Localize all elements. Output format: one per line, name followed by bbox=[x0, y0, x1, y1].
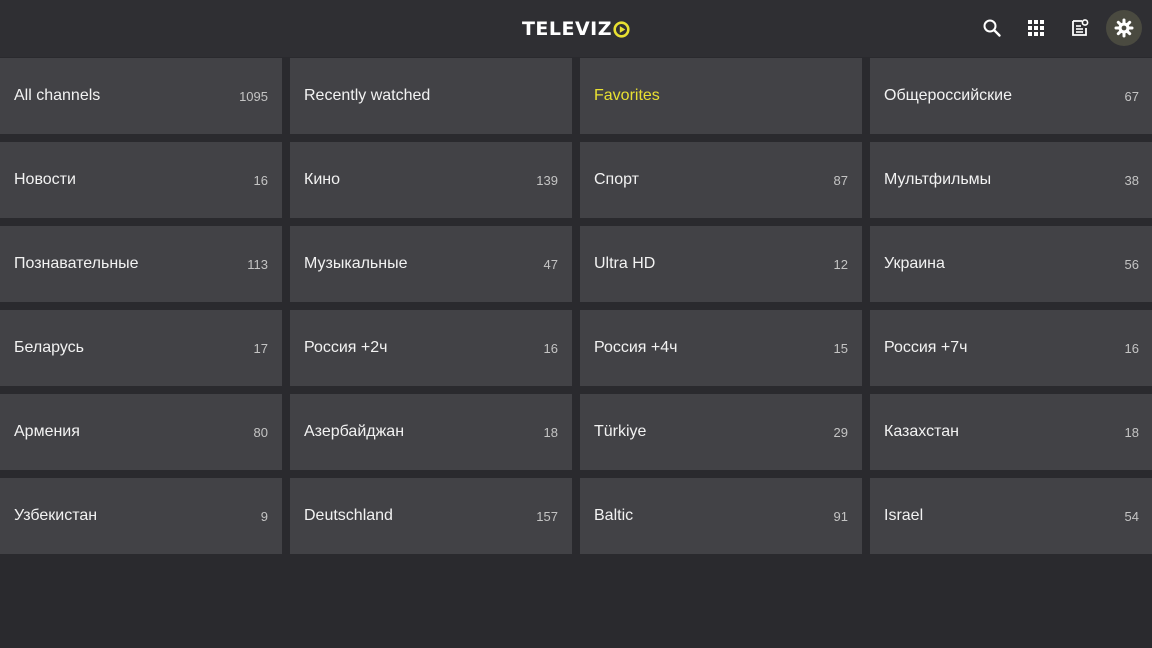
category-tile[interactable]: Украина 56 bbox=[870, 226, 1152, 302]
category-tile[interactable]: Türkiye 29 bbox=[580, 394, 862, 470]
logo-play-icon bbox=[613, 20, 630, 38]
category-name: Казахстан bbox=[884, 423, 959, 440]
apps-grid-button[interactable] bbox=[1018, 10, 1054, 46]
channel-count: 16 bbox=[1124, 340, 1139, 356]
channel-count: 113 bbox=[247, 256, 268, 272]
category-name: Deutschland bbox=[304, 507, 393, 524]
category-name: Мультфильмы bbox=[884, 171, 992, 188]
category-name: Беларусь bbox=[14, 339, 84, 356]
category-name: Россия +2ч bbox=[304, 339, 388, 356]
category-name: Baltic bbox=[594, 507, 634, 524]
channel-count: 139 bbox=[536, 172, 558, 188]
category-name: Россия +4ч bbox=[594, 339, 678, 356]
category-tile[interactable]: Россия +7ч 16 bbox=[870, 310, 1152, 386]
category-name: Азербайджан bbox=[304, 423, 405, 440]
category-tile[interactable]: Recently watched bbox=[290, 58, 572, 134]
channel-count: 16 bbox=[253, 172, 268, 188]
channel-count: 56 bbox=[1124, 256, 1139, 272]
settings-button[interactable] bbox=[1106, 10, 1142, 46]
channel-count: 18 bbox=[1124, 424, 1139, 440]
category-tile[interactable]: Deutschland 157 bbox=[290, 478, 572, 554]
category-tile[interactable]: Общероссийские 67 bbox=[870, 58, 1152, 134]
search-icon bbox=[983, 19, 1001, 37]
category-tile[interactable]: Азербайджан 18 bbox=[290, 394, 572, 470]
category-tile[interactable]: Казахстан 18 bbox=[870, 394, 1152, 470]
channel-count: 54 bbox=[1124, 508, 1139, 524]
category-name: Favorites bbox=[594, 87, 660, 104]
channel-count: 18 bbox=[543, 424, 558, 440]
category-name: Россия +7ч bbox=[884, 339, 968, 356]
category-name: Узбекистан bbox=[14, 507, 98, 524]
channel-count: 12 bbox=[833, 256, 848, 272]
category-tile[interactable]: Спорт 87 bbox=[580, 142, 862, 218]
category-tile[interactable]: Музыкальные 47 bbox=[290, 226, 572, 302]
category-name: Украина bbox=[884, 255, 945, 272]
category-tile[interactable]: Ultra HD 12 bbox=[580, 226, 862, 302]
category-tile[interactable]: Israel 54 bbox=[870, 478, 1152, 554]
channel-count: 17 bbox=[253, 340, 268, 356]
category-tile[interactable]: All channels 1095 bbox=[0, 58, 282, 134]
category-name: Israel bbox=[884, 507, 924, 524]
channel-count: 1095 bbox=[239, 88, 268, 104]
category-tile[interactable]: Кино 139 bbox=[290, 142, 572, 218]
channel-count: 9 bbox=[260, 508, 268, 524]
category-tile[interactable]: Новости 16 bbox=[0, 142, 282, 218]
channel-count: 91 bbox=[833, 508, 848, 524]
category-name: Общероссийские bbox=[884, 87, 1012, 104]
apps-grid-icon bbox=[1028, 20, 1044, 36]
channel-count: 80 bbox=[253, 424, 268, 440]
category-name: Новости bbox=[14, 171, 76, 188]
channel-count: 29 bbox=[833, 424, 848, 440]
toolbar-actions bbox=[966, 10, 1142, 46]
search-button[interactable] bbox=[974, 10, 1010, 46]
channel-count: 16 bbox=[543, 340, 558, 356]
logo-text: TELEVIZ bbox=[521, 18, 613, 40]
category-name: All channels bbox=[14, 87, 101, 104]
category-tile[interactable]: Россия +4ч 15 bbox=[580, 310, 862, 386]
category-name: Кино bbox=[304, 171, 340, 188]
channel-count: 157 bbox=[536, 508, 558, 524]
category-name: Музыкальные bbox=[304, 255, 408, 272]
settings-icon bbox=[1114, 18, 1134, 38]
category-grid: All channels 1095 Recently watched Favorite… bbox=[0, 58, 1152, 554]
channel-count: 38 bbox=[1124, 172, 1139, 188]
channel-count: 15 bbox=[833, 340, 848, 356]
category-tile[interactable]: Узбекистан 9 bbox=[0, 478, 282, 554]
category-tile[interactable]: Беларусь 17 bbox=[0, 310, 282, 386]
channel-count: 67 bbox=[1124, 88, 1139, 104]
top-bar: TELEVIZ bbox=[0, 0, 1152, 57]
category-tile[interactable]: Baltic 91 bbox=[580, 478, 862, 554]
category-name: Познавательные bbox=[14, 255, 139, 272]
category-name: Армения bbox=[14, 423, 80, 440]
category-tile[interactable]: Мультфильмы 38 bbox=[870, 142, 1152, 218]
channel-count: 87 bbox=[833, 172, 848, 188]
playlist-button[interactable] bbox=[1062, 10, 1098, 46]
category-tile[interactable]: Армения 80 bbox=[0, 394, 282, 470]
category-name: Ultra HD bbox=[594, 255, 656, 272]
playlist-icon bbox=[1072, 19, 1089, 36]
category-tile[interactable]: Favorites bbox=[580, 58, 862, 134]
channel-count: 47 bbox=[543, 256, 558, 272]
category-name: Türkiye bbox=[594, 423, 647, 440]
category-name: Recently watched bbox=[304, 87, 431, 104]
category-name: Спорт bbox=[594, 171, 639, 188]
category-tile[interactable]: Познавательные 113 bbox=[0, 226, 282, 302]
category-tile[interactable]: Россия +2ч 16 bbox=[290, 310, 572, 386]
